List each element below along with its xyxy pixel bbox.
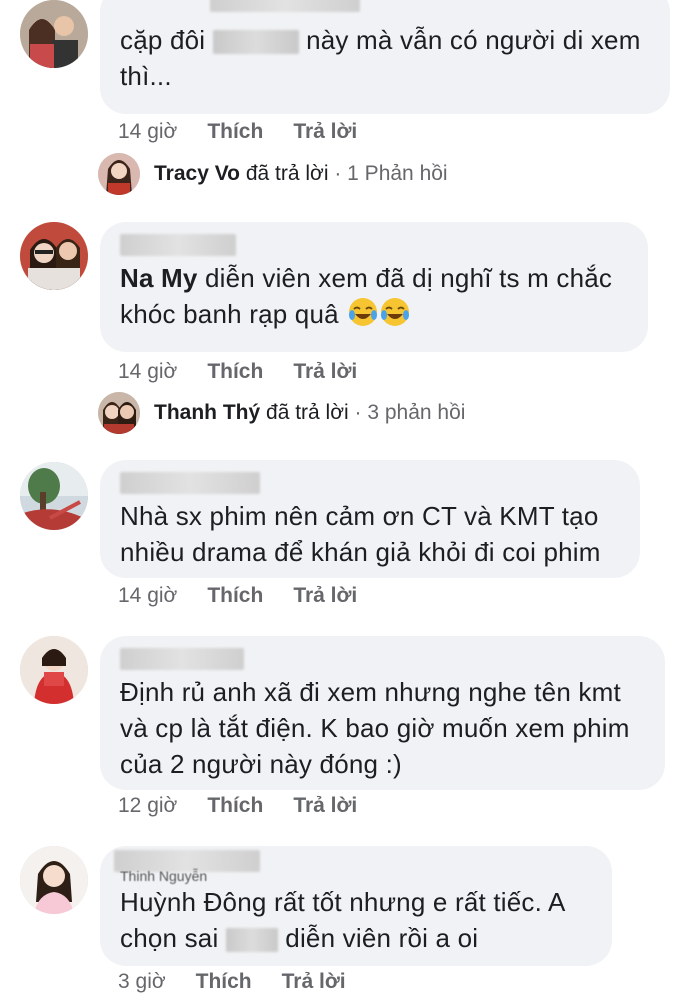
reply-author[interactable]: Thanh Thý [154,401,260,424]
comment-actions: 12 giờ Thích Trả lời [118,794,357,818]
reply-summary[interactable]: Thanh Thý đã trả lời · 3 phản hồi [98,392,465,434]
comment-text: này mà vẫn có người di xem [298,25,641,55]
like-button[interactable]: Thích [207,360,263,384]
comment-bubble: cặp đôi này mà vẫn có người di xem thì..… [100,0,670,114]
avatar[interactable] [20,0,88,68]
comment-text: chọn sai [120,923,226,953]
mention-tag[interactable]: Na My [120,263,198,293]
reply-button[interactable]: Trả lời [282,970,346,994]
comment-text: Định rủ anh xã đi xem nhưng nghe tên kmt [120,677,621,707]
blurred-author-name [120,472,260,494]
reply-action: đã trả lời [245,162,329,185]
separator: · [334,162,342,185]
reply-count[interactable]: 1 Phản hồi [347,162,447,185]
comment-text: của 2 người này đóng :) [120,749,402,779]
avatar [98,392,140,434]
avatar[interactable] [20,846,88,914]
blurred-author-name [120,648,244,670]
comment-text: Huỳnh Đông rất tốt nhưng e rất tiếc. A [120,887,566,917]
timestamp[interactable]: 3 giờ [118,970,166,994]
timestamp[interactable]: 14 giờ [118,120,177,144]
comment-bubble: Định rủ anh xã đi xem nhưng nghe tên kmt… [100,636,665,790]
comment-text: diễn viên xem đã dị nghĩ ts m chắc [197,263,613,293]
separator: · [354,401,362,424]
blurred-text [212,30,299,55]
like-button[interactable]: Thích [207,584,263,608]
comment-text: nhiều drama để khán giả khỏi đi coi phim [120,537,601,567]
reply-button[interactable]: Trả lời [293,360,357,384]
reply-button[interactable]: Trả lời [293,584,357,608]
reply-summary[interactable]: Tracy Vo đã trả lời · 1 Phản hồi [98,153,448,195]
like-button[interactable]: Thích [207,120,263,144]
laughing-crying-emoji-icon [349,298,378,326]
timestamp[interactable]: 12 giờ [118,794,177,818]
reply-action: đã trả lời [266,401,349,424]
partial-author-name: Thinh Nguyễn [120,868,208,884]
comment-text: diễn viên rồi a oi [277,923,479,953]
comment-actions: 14 giờ Thích Trả lời [118,360,357,384]
reply-button[interactable]: Trả lời [293,120,357,144]
comment-text: khóc banh rạp quâ [120,299,347,329]
comment-bubble: Nhà sx phim nên cảm ơn CT và KMT tạo nhi… [100,460,640,578]
reply-count[interactable]: 3 phản hồi [367,401,465,424]
avatar [98,153,140,195]
comment-text: Nhà sx phim nên cảm ơn CT và KMT tạo [120,501,599,531]
like-button[interactable]: Thích [196,970,252,994]
blurred-author-name [210,0,360,12]
comment-actions: 14 giờ Thích Trả lời [118,584,357,608]
comment-actions: 3 giờ Thích Trả lời [118,970,346,994]
comment-text: và cp là tắt điện. K bao giờ muốn xem ph… [120,713,630,743]
reply-author[interactable]: Tracy Vo [154,162,240,185]
comment-text: cặp đôi [120,25,213,55]
like-button[interactable]: Thích [207,794,263,818]
blurred-author-name [120,234,236,256]
timestamp[interactable]: 14 giờ [118,584,177,608]
laughing-crying-emoji-icon [381,298,410,326]
avatar[interactable] [20,222,88,290]
avatar[interactable] [20,636,88,704]
comment-text: thì... [120,61,172,91]
avatar[interactable] [20,462,88,530]
comment-bubble: Thinh Nguyễn Huỳnh Đông rất tốt nhưng e … [100,846,612,966]
comment-actions: 14 giờ Thích Trả lời [118,120,357,144]
reply-button[interactable]: Trả lời [293,794,357,818]
comment-bubble: Na My diễn viên xem đã dị nghĩ ts m chắc… [100,222,648,352]
blurred-text [225,928,278,953]
timestamp[interactable]: 14 giờ [118,360,177,384]
